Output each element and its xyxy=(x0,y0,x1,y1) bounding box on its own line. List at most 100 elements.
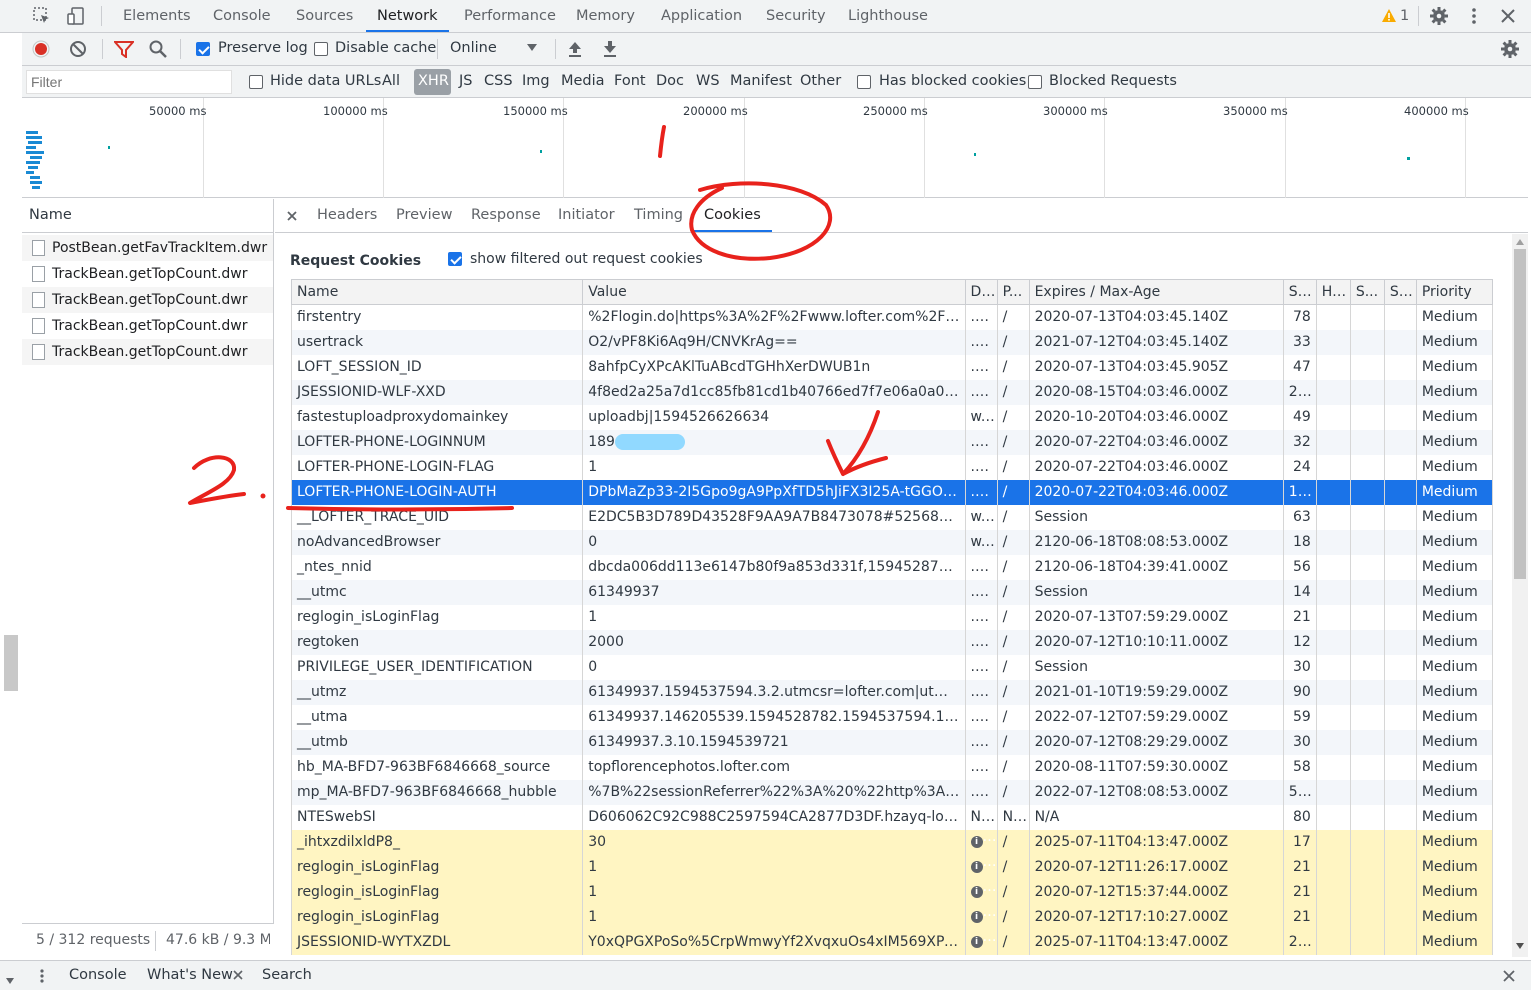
cookie-row[interactable]: reglogin_isLoginFlag1i ../2020-07-12T11:… xyxy=(290,854,1494,880)
blocked-requests-checkbox[interactable] xyxy=(1028,75,1042,89)
cookie-row[interactable]: __utmz 61349937.1594537594.3.2.utmcsr=lof… xyxy=(290,679,1494,705)
type-filter-doc[interactable]: Doc xyxy=(656,73,684,89)
cookie-row[interactable]: LOFTER-PHONE-LOGIN-AUTH DPbMaZp33-2I5Gpo9… xyxy=(290,479,1494,505)
has-blocked-cookies-checkbox[interactable] xyxy=(857,75,871,89)
tab-memory[interactable]: Memory xyxy=(576,0,635,32)
blocked-info-icon[interactable]: i xyxy=(970,886,983,898)
disable-cache-checkbox[interactable] xyxy=(314,42,328,56)
more-options-icon[interactable] xyxy=(1466,6,1482,26)
tab-security[interactable]: Security xyxy=(766,0,826,32)
type-filter-font[interactable]: Font xyxy=(614,73,646,89)
record-icon[interactable] xyxy=(32,40,50,58)
name-column-header[interactable]: Name xyxy=(29,207,72,223)
tab-network[interactable]: Network xyxy=(366,0,449,32)
tab-headers[interactable]: Headers xyxy=(317,199,377,232)
cookie-row[interactable]: hb_MA-BFD7-963BF6846668_source topflorenc… xyxy=(290,754,1494,780)
scroll-thumb[interactable] xyxy=(1514,249,1526,579)
filter-input[interactable] xyxy=(26,70,232,94)
hide-data-urls-checkbox[interactable] xyxy=(249,75,263,89)
blocked-info-icon[interactable]: i xyxy=(970,911,983,923)
request-row[interactable]: TrackBean.getTopCount.dwr xyxy=(22,287,273,313)
cookie-row[interactable]: LOFT_SESSION_ID 8ahfpCyXPcAKlTuABcdTGHhXe… xyxy=(290,354,1494,380)
tab-application[interactable]: Application xyxy=(661,0,742,32)
chevron-down-icon[interactable] xyxy=(527,44,537,52)
cookie-row[interactable]: mp_MA-BFD7-963BF6846668_hubble %7B%22sess… xyxy=(290,779,1494,805)
cookie-row[interactable]: _ihtxzdilxldP8_30i ../2025-07-11T04:13:4… xyxy=(290,829,1494,855)
col-domain-header[interactable]: D... xyxy=(964,279,998,305)
type-filter-manifest[interactable]: Manifest xyxy=(730,73,792,89)
warning-count[interactable]: 1 xyxy=(1400,0,1409,32)
cookie-row[interactable]: noAdvancedBrowser 0 w.../2120-06-18T08:08:… xyxy=(290,529,1494,555)
cookie-row[interactable]: __utma 61349937.146205539.1594528782.1594… xyxy=(290,704,1494,730)
tab-sources[interactable]: Sources xyxy=(296,0,353,32)
import-har-icon[interactable] xyxy=(567,40,583,58)
cookie-row[interactable]: JSESSIONID-WYTXZDL Y0xQPGXPoSo%5CrpWmwyYf… xyxy=(290,929,1494,955)
cookie-row[interactable]: fastestuploadproxydomainkey uploadbj|1594… xyxy=(290,404,1494,430)
cookie-row[interactable]: JSESSIONID-WLF-XXD 4f8ed2a25a7d1cc85fb81c… xyxy=(290,379,1494,405)
device-toolbar-icon[interactable] xyxy=(66,6,86,26)
type-filter-ws[interactable]: WS xyxy=(696,73,720,89)
drawer-menu-icon[interactable] xyxy=(38,968,46,984)
type-filter-all[interactable]: All xyxy=(382,73,400,89)
cookie-row[interactable]: reglogin_isLoginFlag 1 .l.../2020-07-13T07… xyxy=(290,604,1494,630)
col-value-header[interactable]: Value xyxy=(582,279,966,305)
search-icon[interactable] xyxy=(149,40,167,58)
export-har-icon[interactable] xyxy=(602,40,618,58)
blocked-info-icon[interactable]: i xyxy=(970,836,983,848)
warning-icon[interactable] xyxy=(1381,8,1397,24)
cookie-row[interactable]: LOFTER-PHONE-LOGINNUM 189 .l.../2020-07-22… xyxy=(290,429,1494,455)
close-detail-icon[interactable] xyxy=(286,210,298,222)
tab-performance[interactable]: Performance xyxy=(464,0,556,32)
close-drawer-icon[interactable] xyxy=(1503,970,1515,982)
cookie-row[interactable]: firstentry %2Flogin.do|https%3A%2F%2Fwww.… xyxy=(290,304,1494,330)
cookie-row[interactable]: regtoken 2000 .l.../2020-07-12T10:10:11.00… xyxy=(290,629,1494,655)
filter-icon[interactable] xyxy=(114,40,134,58)
cookies-scrollbar[interactable] xyxy=(1512,234,1528,957)
col-path-header[interactable]: P... xyxy=(996,279,1030,305)
tab-lighthouse[interactable]: Lighthouse xyxy=(848,0,928,32)
request-row[interactable]: TrackBean.getTopCount.dwr xyxy=(22,261,273,287)
drawer-tab-console[interactable]: Console xyxy=(69,961,127,990)
preserve-log-checkbox[interactable] xyxy=(196,42,210,56)
col-httponly-header[interactable]: H... xyxy=(1315,279,1351,305)
type-filter-xhr[interactable]: XHR xyxy=(418,73,449,89)
type-filter-img[interactable]: Img xyxy=(522,73,550,89)
request-row[interactable]: PostBean.getFavTrackItem.dwr xyxy=(22,235,273,261)
cookie-row[interactable]: LOFTER-PHONE-LOGIN-FLAG 1 .l.../2020-07-22… xyxy=(290,454,1494,480)
col-name-header[interactable]: Name xyxy=(290,279,584,305)
cookie-row[interactable]: __utmc 61349937 .l... / Session 14 Medium xyxy=(290,579,1494,605)
cookie-row[interactable]: PRIVILEGE_USER_IDENTIFICATION 0 .l... / Sess… xyxy=(290,654,1494,680)
cookie-row[interactable]: usertrack O2/vPF8Ki6Aq9H/CNVKrAg== .l.../2… xyxy=(290,329,1494,355)
drawer-tab-whats-new[interactable]: What's New xyxy=(147,961,233,990)
type-filter-other[interactable]: Other xyxy=(800,73,841,89)
cookie-row[interactable]: reglogin_isLoginFlag1i ../2020-07-12T17:… xyxy=(290,904,1494,930)
col-priority-header[interactable]: Priority xyxy=(1415,279,1494,305)
scroll-down-arrow-icon[interactable] xyxy=(1515,942,1525,950)
settings-gear-icon[interactable] xyxy=(1429,6,1449,26)
type-filter-media[interactable]: Media xyxy=(561,73,605,89)
type-filter-css[interactable]: CSS xyxy=(484,73,513,89)
col-expires-header[interactable]: Expires / Max-Age xyxy=(1028,279,1284,305)
tab-elements[interactable]: Elements xyxy=(123,0,191,32)
blocked-info-icon[interactable]: i xyxy=(970,861,983,873)
col-secure-header[interactable]: S... xyxy=(1349,279,1385,305)
col-size-header[interactable]: S... xyxy=(1282,279,1317,305)
drawer-tab-search[interactable]: Search xyxy=(262,961,312,990)
cookie-row[interactable]: __utmb 61349937.3.10.1594539721 .l.../2020… xyxy=(290,729,1494,755)
cookie-row[interactable]: __LOFTER_TRACE_UID E2DC5B3D789D43528F9AA9… xyxy=(290,504,1494,530)
tab-response[interactable]: Response xyxy=(471,199,541,232)
scroll-up-arrow-icon[interactable] xyxy=(1515,238,1525,246)
blocked-info-icon[interactable]: i xyxy=(970,936,983,948)
request-row[interactable]: TrackBean.getTopCount.dwr xyxy=(22,339,273,365)
col-samesite-header[interactable]: S... xyxy=(1383,279,1417,305)
gutter-scroll-thumb[interactable] xyxy=(4,635,18,691)
cookie-row[interactable]: NTESwebSI D606062C92C988C2597594CA2877D3D… xyxy=(290,804,1494,830)
tab-console[interactable]: Console xyxy=(213,0,271,32)
cookie-row[interactable]: _ntes_nnid dbcda006dd113e6147b80f9a853d33… xyxy=(290,554,1494,580)
tab-preview[interactable]: Preview xyxy=(396,199,452,232)
show-filtered-cookies-checkbox[interactable] xyxy=(448,252,462,266)
clear-icon[interactable] xyxy=(69,40,87,58)
inspect-element-icon[interactable] xyxy=(32,6,52,26)
tab-timing[interactable]: Timing xyxy=(634,199,683,232)
request-row[interactable]: TrackBean.getTopCount.dwr xyxy=(22,313,273,339)
